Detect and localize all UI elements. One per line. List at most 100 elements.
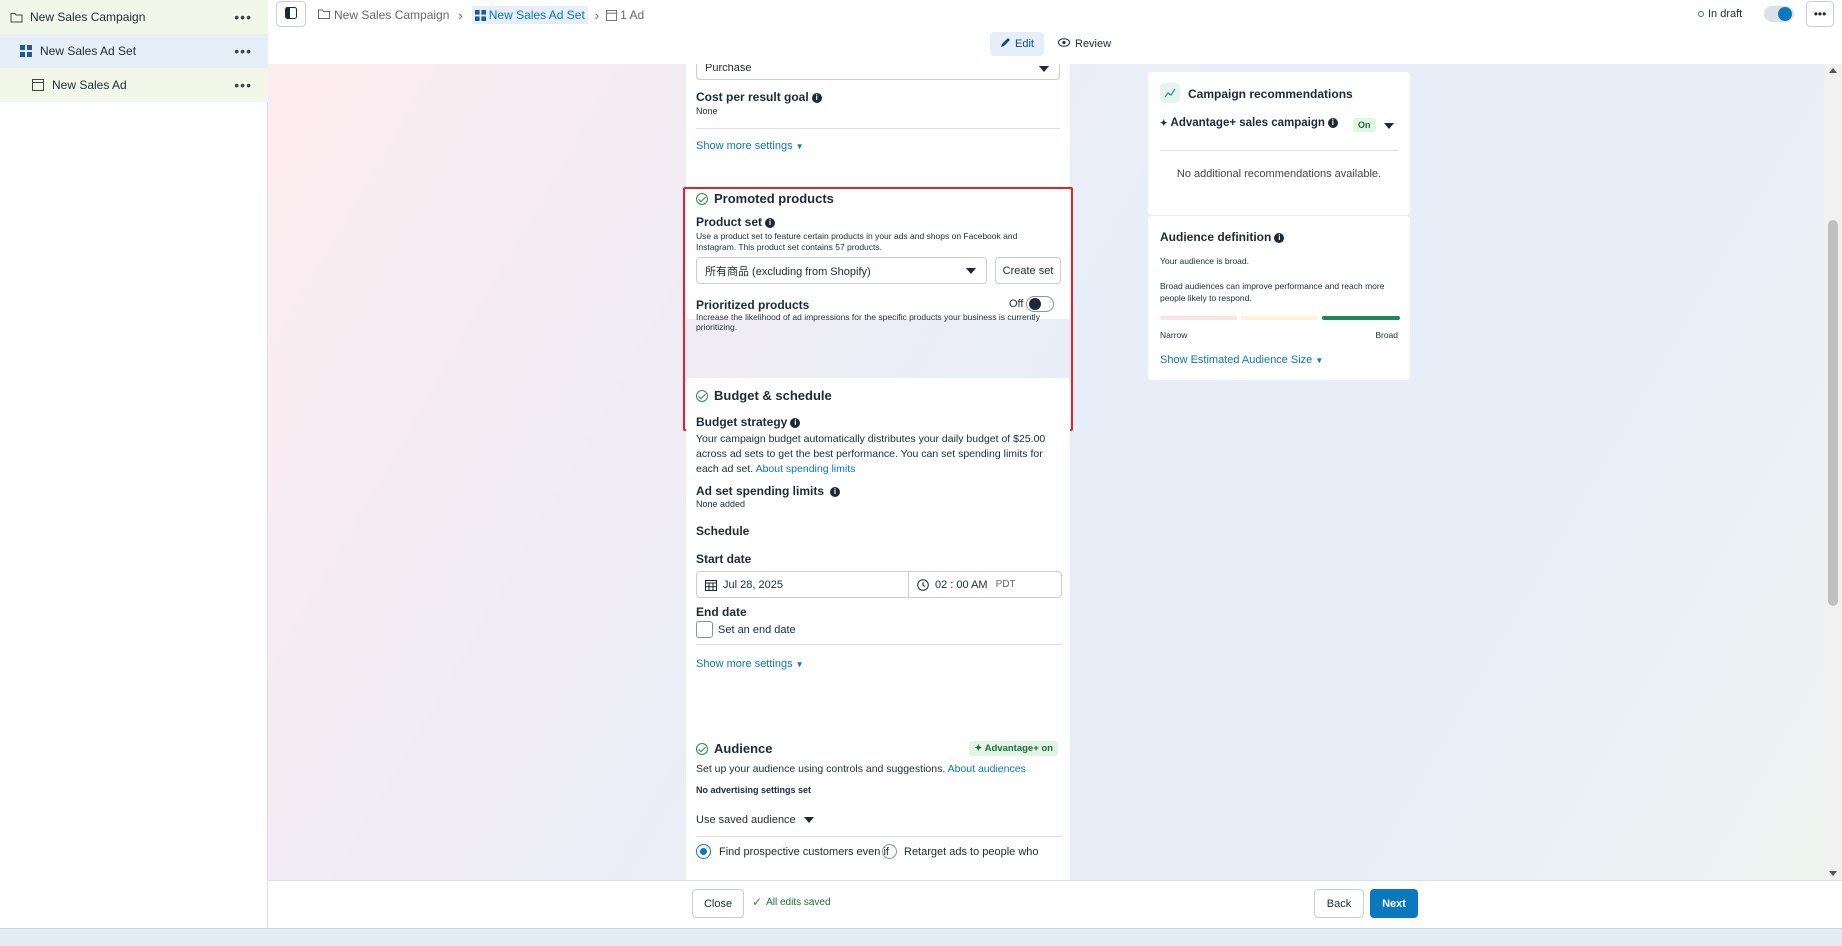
scrollbar-thumb[interactable]: [1828, 220, 1838, 606]
audience-definition-card: Audience definition i Your audience is br…: [1148, 216, 1410, 380]
end-date-label: End date: [696, 605, 747, 619]
more-options-icon[interactable]: •••: [234, 77, 252, 93]
campaign-recommendations-card: Campaign recommendations ✦ Advantage+ sa…: [1148, 72, 1410, 215]
product-set-value: 所有商品 (excluding from Shopify): [705, 265, 871, 278]
scroll-down-icon[interactable]: [1829, 871, 1837, 876]
next-button[interactable]: Next: [1370, 889, 1418, 918]
audience-definition-title: Audience definition: [1160, 230, 1272, 244]
tab-edit-label: Edit: [1015, 38, 1034, 50]
toggle-knob: [1029, 298, 1041, 310]
audience-card: Audience ✦ Advantage+ on Set up your aud…: [686, 730, 1070, 880]
info-icon[interactable]: i: [830, 486, 841, 497]
meter-broad-segment: [1322, 316, 1400, 320]
folder-icon: [318, 8, 330, 22]
prioritized-products-label: Prioritized products: [696, 298, 810, 312]
promoted-products-card: Promoted products Product set i Use a pro…: [686, 179, 1070, 332]
draft-status: In draft: [1698, 8, 1742, 20]
create-set-button[interactable]: Create set: [995, 257, 1061, 284]
back-button[interactable]: Back: [1314, 889, 1364, 918]
info-icon[interactable]: i: [1327, 118, 1338, 128]
product-set-select[interactable]: 所有商品 (excluding from Shopify): [696, 257, 987, 284]
more-options-button[interactable]: •••: [1806, 1, 1834, 27]
sidebar-item-label: New Sales Campaign: [30, 10, 146, 24]
narrow-label: Narrow: [1160, 330, 1188, 340]
prioritized-products-toggle[interactable]: [1026, 296, 1054, 312]
budget-heading: Budget & schedule: [696, 388, 832, 403]
breadcrumb-adset-label: New Sales Ad Set: [488, 8, 585, 22]
ad-icon: [31, 78, 45, 92]
use-saved-audience-dropdown[interactable]: Use saved audience: [696, 814, 814, 826]
audience-desc-text: Set up your audience using controls and …: [696, 763, 946, 775]
info-icon[interactable]: i: [811, 92, 822, 103]
close-label: Close: [703, 897, 733, 910]
chevron-down-icon[interactable]: [1384, 123, 1394, 129]
chevron-down-icon: [803, 817, 814, 823]
advantage-sales-row[interactable]: ✦ Advantage+ sales campaign i: [1160, 117, 1338, 129]
conversion-event-select[interactable]: Purchase: [696, 64, 1060, 80]
show-audience-size-link[interactable]: Show Estimated Audience Size ▼: [1160, 354, 1323, 366]
top-bar: New Sales Campaign › New Sales Ad Set › …: [268, 0, 1842, 64]
caret-down-icon: ▼: [795, 660, 804, 669]
footer-bar: Close ✓ All edits saved Back Next: [268, 880, 1842, 928]
breadcrumb: New Sales Campaign › New Sales Ad Set › …: [318, 6, 644, 24]
saved-audience-label: Use saved audience: [696, 814, 796, 826]
back-label: Back: [1326, 897, 1352, 910]
breadcrumb-adset[interactable]: New Sales Ad Set: [471, 6, 588, 24]
create-set-label: Create set: [1002, 264, 1054, 277]
advantage-badge-label: Advantage+ on: [984, 743, 1053, 754]
show-more-settings-link[interactable]: Show more settings ▼: [696, 140, 804, 152]
budget-schedule-card: Budget & schedule Budget strategy i Your …: [686, 378, 1070, 784]
audience-definition-heading: Audience definition i: [1160, 230, 1285, 244]
campaign-on-off-toggle[interactable]: [1764, 6, 1794, 22]
divider: [696, 836, 1062, 837]
folder-icon: [9, 10, 23, 24]
audience-broad-text: Your audience is broad.: [1160, 256, 1250, 266]
schedule-label: Schedule: [696, 524, 750, 538]
start-time-input[interactable]: 02 : 00 AM PDT: [908, 571, 1062, 598]
show-more-settings-link[interactable]: Show more settings ▼: [696, 658, 804, 670]
divider: [1160, 150, 1398, 151]
spending-limits-value: None added: [696, 499, 746, 509]
info-icon[interactable]: i: [765, 217, 776, 228]
end-date-checkbox-label: Set an end date: [718, 624, 796, 636]
show-audience-size-label: Show Estimated Audience Size: [1160, 354, 1313, 366]
about-spending-limits-link[interactable]: About spending limits: [756, 463, 856, 475]
caret-down-icon: ▼: [1315, 356, 1324, 365]
chevron-down-icon: [966, 268, 976, 274]
end-date-checkbox[interactable]: [696, 621, 713, 638]
start-date-label: Start date: [696, 552, 752, 566]
sidebar-item-ad[interactable]: New Sales Ad •••: [0, 68, 268, 102]
breadcrumb-ad[interactable]: 1 Ad: [620, 8, 644, 22]
sidebar-item-adset[interactable]: New Sales Ad Set •••: [0, 34, 268, 68]
prospective-customers-radio[interactable]: [696, 844, 711, 859]
budget-strategy-body: Your campaign budget automatically distr…: [696, 433, 1046, 475]
more-options-icon[interactable]: •••: [234, 9, 252, 25]
cost-label-text: Cost per result goal: [696, 90, 809, 104]
audience-description: Set up your audience using controls and …: [696, 763, 1026, 775]
calendar-icon: [705, 579, 717, 591]
sparkle-icon: ✦: [974, 743, 983, 754]
tab-review[interactable]: Review: [1058, 32, 1111, 56]
start-date-value: Jul 28, 2025: [723, 578, 783, 591]
toggle-sidebar-button[interactable]: [276, 1, 306, 27]
about-audiences-link[interactable]: About audiences: [948, 763, 1026, 775]
info-icon[interactable]: i: [790, 417, 801, 428]
radio-selected-dot: [699, 847, 707, 855]
ad-icon: [606, 9, 618, 21]
info-icon[interactable]: i: [1274, 232, 1285, 243]
tab-edit[interactable]: Edit: [990, 32, 1044, 56]
scroll-up-icon[interactable]: [1829, 68, 1837, 73]
product-set-description: Use a product set to feature certain pro…: [696, 231, 1018, 252]
status-label: In draft: [1708, 8, 1743, 20]
retarget-radio[interactable]: [882, 844, 897, 859]
close-button[interactable]: Close: [692, 889, 744, 918]
start-date-input[interactable]: Jul 28, 2025: [696, 571, 909, 598]
grid-icon: [474, 9, 486, 21]
more-options-icon[interactable]: •••: [234, 43, 252, 59]
budget-strategy-description: Your campaign budget automatically distr…: [696, 432, 1062, 477]
main-scrollbar[interactable]: [1824, 64, 1842, 880]
budget-strategy-text: Budget strategy: [696, 415, 788, 429]
advantage-sales-label: Advantage+ sales campaign: [1170, 117, 1325, 129]
sidebar-item-campaign[interactable]: New Sales Campaign •••: [0, 0, 268, 34]
breadcrumb-campaign[interactable]: New Sales Campaign: [334, 8, 449, 22]
